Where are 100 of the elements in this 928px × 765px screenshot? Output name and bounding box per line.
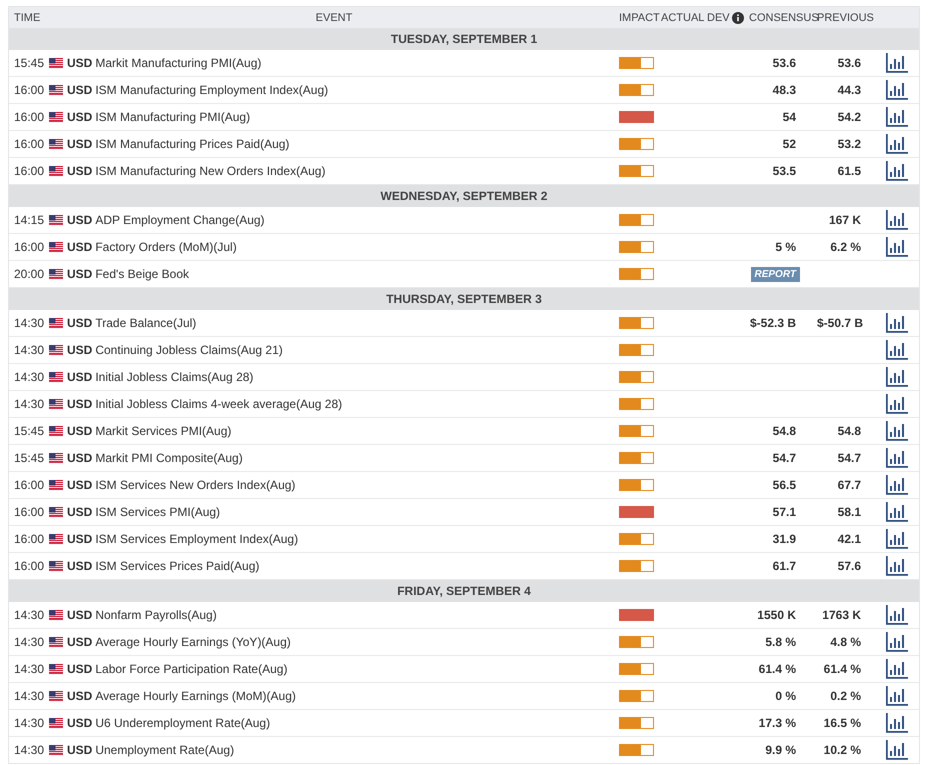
previous-value: 61.4 % [824,662,861,676]
bar-chart-icon[interactable] [886,210,908,230]
bar-chart-icon[interactable] [886,659,908,679]
event-time: 16:00 [14,137,44,151]
event-time: 14:30 [14,370,44,384]
event-name[interactable]: ISM Manufacturing New Orders Index(Aug) [95,164,326,178]
impact-bar [619,138,654,150]
previous-value: 58.1 [838,505,861,519]
currency-code: USD [67,343,92,357]
bar-chart-icon[interactable] [886,686,908,706]
bar-chart-icon[interactable] [886,529,908,549]
bar-chart-icon[interactable] [886,713,908,733]
bar-chart-icon[interactable] [886,605,908,625]
event-name[interactable]: Markit Services PMI(Aug) [95,424,232,438]
impact-bar [619,57,654,69]
bar-chart-icon[interactable] [886,394,908,414]
event-time: 14:30 [14,743,44,757]
currency-code: USD [67,662,92,676]
impact-bar [619,636,654,648]
bar-chart-icon[interactable] [886,475,908,495]
event-time: 14:30 [14,635,44,649]
previous-value: 54.8 [838,424,861,438]
event-time: 16:00 [14,559,44,573]
impact-bar [619,744,654,756]
bar-chart-icon[interactable] [886,134,908,154]
flag-icon [49,507,63,517]
flag-icon [49,718,63,728]
impact-bar [619,398,654,410]
bar-chart-icon[interactable] [886,340,908,360]
currency-code: USD [67,424,92,438]
flag-icon [49,453,63,463]
event-name[interactable]: Initial Jobless Claims 4-week average(Aug 28) [95,397,342,411]
currency-code: USD [67,110,92,124]
consensus-value: 57.1 [772,505,796,519]
event-name[interactable]: Initial Jobless Claims(Aug 28) [95,370,254,384]
consensus-value: 48.3 [772,83,796,97]
bar-chart-icon[interactable] [886,367,908,387]
previous-value: 44.3 [838,83,861,97]
consensus-value: 54.7 [772,451,796,465]
event-name[interactable]: ISM Manufacturing Prices Paid(Aug) [95,137,290,151]
impact-bar [619,663,654,675]
impact-bar [619,717,654,729]
event-name[interactable]: Factory Orders (MoM)(Jul) [95,240,237,254]
event-name[interactable]: ISM Manufacturing PMI(Aug) [95,110,250,124]
previous-value: 53.6 [838,56,861,70]
event-time: 16:00 [14,110,44,124]
event-name[interactable]: ISM Services PMI(Aug) [95,505,220,519]
event-name[interactable]: Trade Balance(Jul) [95,316,196,330]
bar-chart-icon[interactable] [886,80,908,100]
event-time: 14:30 [14,716,44,730]
consensus-value: 56.5 [772,478,796,492]
bar-chart-icon[interactable] [886,161,908,181]
bar-chart-icon[interactable] [886,448,908,468]
impact-bar [619,506,654,518]
event-name[interactable]: ADP Employment Change(Aug) [95,213,265,227]
flag-icon [49,372,63,382]
flag-icon [49,534,63,544]
event-name[interactable]: ISM Services Prices Paid(Aug) [95,559,260,573]
currency-code: USD [67,370,92,384]
event-time: 14:30 [14,343,44,357]
report-badge[interactable]: REPORT [750,267,800,282]
impact-bar [619,560,654,572]
bar-chart-icon[interactable] [886,421,908,441]
previous-value: 4.8 % [830,635,861,649]
day-header: THURSDAY, SEPTEMBER 3 [9,288,919,310]
consensus-value: 31.9 [772,532,796,546]
bar-chart-icon[interactable] [886,502,908,522]
bar-chart-icon[interactable] [886,632,908,652]
bar-chart-icon[interactable] [886,53,908,73]
impact-bar [619,317,654,329]
bar-chart-icon[interactable] [886,556,908,576]
event-time: 14:15 [14,213,44,227]
currency-code: USD [67,164,92,178]
currency-code: USD [67,559,92,573]
event-name[interactable]: ISM Manufacturing Employment Index(Aug) [95,83,328,97]
impact-bar [619,84,654,96]
bar-chart-icon[interactable] [886,237,908,257]
previous-value: 6.2 % [830,240,861,254]
currency-code: USD [67,451,92,465]
event-name[interactable]: ISM Services New Orders Index(Aug) [95,478,296,492]
event-name[interactable]: Unemployment Rate(Aug) [95,743,234,757]
bar-chart-icon[interactable] [886,107,908,127]
consensus-value: 61.7 [772,559,796,573]
event-name[interactable]: Fed's Beige Book [95,267,190,281]
bar-chart-icon[interactable] [886,740,908,760]
event-name[interactable]: Continuing Jobless Claims(Aug 21) [95,343,283,357]
event-name[interactable]: Average Hourly Earnings (MoM)(Aug) [95,689,296,703]
bar-chart-icon[interactable] [886,313,908,333]
event-name[interactable]: Markit PMI Composite(Aug) [95,451,243,465]
flag-icon [49,426,63,436]
previous-value: 10.2 % [824,743,861,757]
event-name[interactable]: Markit Manufacturing PMI(Aug) [95,56,262,70]
impact-bar [619,371,654,383]
event-name[interactable]: Labor Force Participation Rate(Aug) [95,662,288,676]
event-name[interactable]: Nonfarm Payrolls(Aug) [95,608,217,622]
event-name[interactable]: Average Hourly Earnings (YoY)(Aug) [95,635,291,649]
event-name[interactable]: ISM Services Employment Index(Aug) [95,532,298,546]
flag-icon [49,112,63,122]
event-name[interactable]: U6 Underemployment Rate(Aug) [95,716,270,730]
info-icon[interactable] [732,12,744,24]
